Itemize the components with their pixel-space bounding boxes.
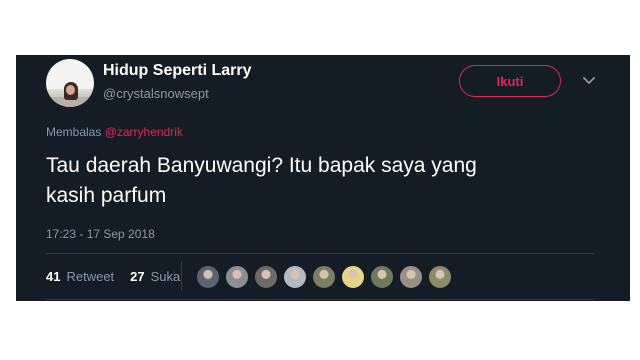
avatar[interactable] [46, 59, 94, 107]
chevron-down-icon[interactable] [582, 73, 596, 87]
tweet-text-line: Tau daerah Banyuwangi? Itu bapak saya ya… [46, 154, 477, 177]
liker-avatar[interactable] [196, 265, 220, 289]
reply-prefix: Membalas [46, 125, 102, 139]
display-name[interactable]: Hidup Seperti Larry [103, 62, 251, 80]
tweet-card: Hidup Seperti Larry @crystalsnowsept Iku… [16, 55, 630, 301]
retweet-label[interactable]: Retweet [66, 269, 114, 284]
liker-avatar[interactable] [341, 265, 365, 289]
liker-avatar[interactable] [225, 265, 249, 289]
engagement-stats: 41 Retweet 27 Suka [46, 269, 180, 284]
liker-avatar[interactable] [312, 265, 336, 289]
liker-avatar[interactable] [399, 265, 423, 289]
stats-divider [181, 261, 182, 291]
user-handle[interactable]: @crystalsnowsept [103, 86, 209, 101]
divider [46, 299, 594, 300]
retweet-count[interactable]: 41 [46, 269, 60, 284]
reply-mention-link[interactable]: @zarryhendrik [105, 125, 183, 139]
tweet-text-line: kasih parfum [46, 184, 167, 207]
liker-avatar[interactable] [370, 265, 394, 289]
like-count[interactable]: 27 [130, 269, 144, 284]
like-label[interactable]: Suka [151, 269, 181, 284]
liker-avatar[interactable] [283, 265, 307, 289]
tweet-text: Tau daerah Banyuwangi? Itu bapak saya ya… [46, 151, 606, 211]
reply-context: Membalas @zarryhendrik [46, 125, 183, 139]
tweet-timestamp[interactable]: 17:23 - 17 Sep 2018 [46, 227, 155, 241]
divider [46, 253, 594, 254]
liker-avatars [196, 265, 457, 289]
liker-avatar[interactable] [428, 265, 452, 289]
liker-avatar[interactable] [254, 265, 278, 289]
follow-button[interactable]: Ikuti [459, 65, 561, 97]
